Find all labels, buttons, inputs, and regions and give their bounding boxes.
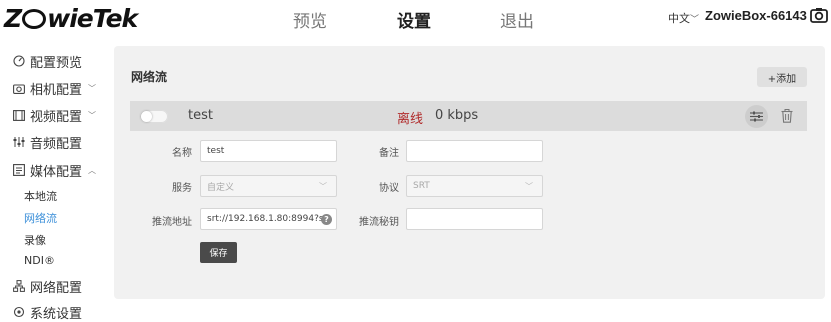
- sidebar-item-camera-config[interactable]: 相机配置 ﹀: [12, 78, 96, 98]
- device-name: ZowieBox-66143: [705, 8, 807, 23]
- sidebar-subitem-recording[interactable]: 录像: [24, 232, 46, 248]
- sidebar-item-label: 视频配置: [30, 109, 83, 125]
- sidebar-subitem-ndi[interactable]: NDI®: [24, 254, 55, 267]
- stream-bitrate: 0 kbps: [435, 108, 479, 123]
- sidebar-item-config-preview[interactable]: 配置预览: [12, 51, 82, 71]
- sidebar-subitem-local-stream[interactable]: 本地流: [24, 188, 57, 204]
- trash-icon: [781, 109, 793, 123]
- sidebar-item-audio-config[interactable]: 音频配置: [12, 132, 82, 152]
- chevron-down-icon: ﹀: [88, 110, 97, 120]
- page-title: 网络流: [131, 70, 168, 84]
- camera-icon: [12, 82, 25, 95]
- chevron-down-icon: ﹀: [319, 182, 327, 191]
- sidebar-item-system-settings[interactable]: 系统设置: [12, 302, 82, 322]
- film-icon: [12, 109, 25, 122]
- add-stream-button[interactable]: +添加: [757, 67, 807, 87]
- stream-settings-button[interactable]: [745, 105, 768, 128]
- protocol-select[interactable]: SRT ﹀: [406, 175, 543, 197]
- push-url-label: 推流地址: [152, 217, 192, 228]
- protocol-value: SRT: [413, 181, 430, 191]
- sidebar-item-label: 媒体配置: [30, 164, 83, 180]
- top-bar: ZwieTek 预览 设置 退出 中文﹀ ZowieBox-66143: [0, 0, 831, 36]
- sidebar-item-label: 相机配置: [30, 82, 83, 98]
- help-icon[interactable]: ?: [321, 214, 332, 225]
- sidebar-item-label: 网络配置: [30, 280, 83, 296]
- camera-icon[interactable]: [810, 7, 828, 23]
- save-button[interactable]: 保存: [200, 242, 237, 263]
- network-icon: [12, 280, 25, 293]
- sidebar-subitem-network-stream[interactable]: 网络流: [24, 210, 57, 226]
- name-input[interactable]: test: [200, 140, 337, 162]
- sidebar-item-network-config[interactable]: 网络配置: [12, 276, 82, 296]
- nav-preview[interactable]: 预览: [293, 7, 327, 32]
- language-label: 中文: [668, 12, 690, 25]
- note-input[interactable]: [406, 140, 543, 162]
- push-url-value: srt://192.168.1.80:8994?s: [207, 214, 324, 224]
- note-label: 备注: [379, 148, 399, 159]
- sidebar-item-label: 系统设置: [30, 306, 83, 322]
- stream-row: test 离线 0 kbps: [130, 101, 807, 131]
- toggle-knob: [141, 111, 152, 122]
- service-value: 自定义: [207, 182, 235, 193]
- media-icon: [12, 164, 25, 177]
- sidebar: 配置预览 相机配置 ﹀ 视频配置 ﹀ 音频配置 媒体配置 ︿ 本地流 网络流 录…: [0, 44, 112, 322]
- logo-lens-icon: [22, 9, 47, 29]
- sliders-icon: [750, 111, 763, 122]
- audio-sliders-icon: [12, 136, 25, 149]
- nav-logout[interactable]: 退出: [500, 7, 534, 32]
- chevron-up-icon: ︿: [88, 165, 97, 175]
- push-url-input[interactable]: srt://192.168.1.80:8994?s?: [200, 208, 337, 230]
- protocol-label: 协议: [379, 183, 399, 194]
- stream-status: 离线: [397, 112, 424, 127]
- language-select[interactable]: 中文﹀: [668, 10, 699, 26]
- nav-settings[interactable]: 设置: [397, 7, 431, 32]
- preview-icon: [12, 55, 25, 68]
- sidebar-item-video-config[interactable]: 视频配置 ﹀: [12, 105, 96, 125]
- name-label: 名称: [172, 148, 192, 159]
- push-key-label: 推流秘钥: [359, 217, 399, 228]
- sidebar-item-label: 音频配置: [30, 136, 83, 152]
- system-icon: [12, 306, 25, 319]
- stream-delete-button[interactable]: [779, 107, 795, 125]
- sidebar-item-media-config[interactable]: 媒体配置 ︿: [12, 160, 96, 180]
- chevron-down-icon: ﹀: [88, 83, 97, 93]
- stream-enable-toggle[interactable]: [140, 110, 168, 123]
- service-label: 服务: [172, 183, 192, 194]
- service-select[interactable]: 自定义 ﹀: [200, 175, 337, 197]
- push-key-input[interactable]: [406, 208, 543, 230]
- chevron-down-icon: ﹀: [525, 182, 533, 191]
- stream-name: test: [188, 108, 213, 123]
- chevron-down-icon: ﹀: [690, 15, 700, 25]
- name-value: test: [207, 146, 225, 156]
- sidebar-item-label: 配置预览: [30, 55, 83, 71]
- network-stream-panel: 网络流 +添加 test 离线 0 kbps 名称 test 备注 服务 自定义…: [114, 46, 825, 299]
- zowietek-logo: ZwieTek: [4, 3, 138, 33]
